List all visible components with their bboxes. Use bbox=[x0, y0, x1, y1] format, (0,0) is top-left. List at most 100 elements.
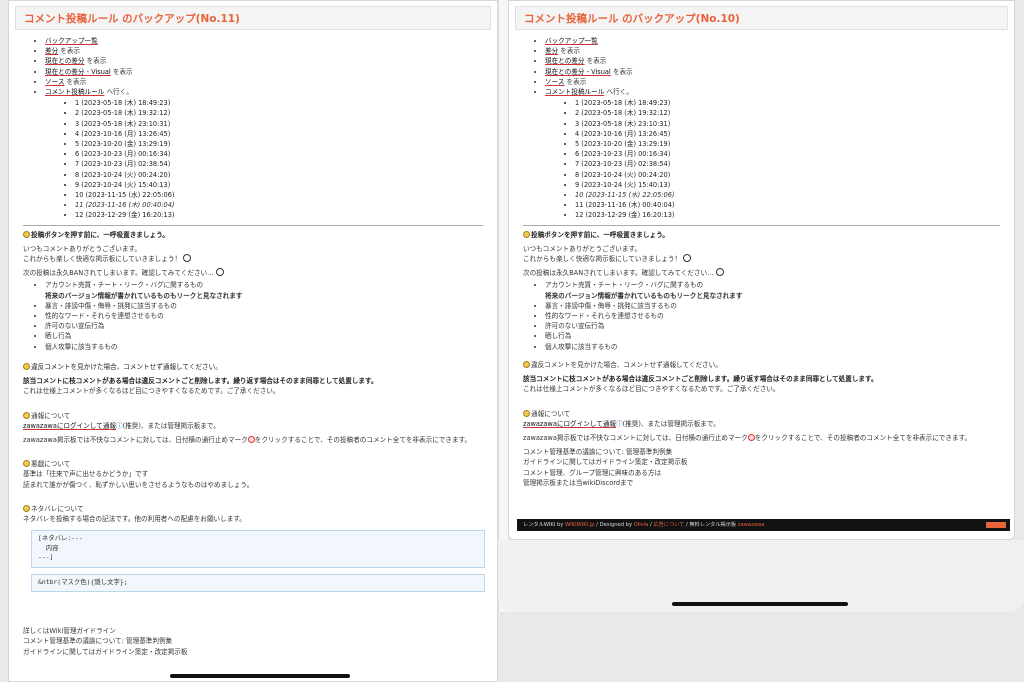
nav-link[interactable]: 差分 bbox=[45, 47, 58, 55]
footer-wikiwiki-link[interactable]: WIKIWIKI.jp bbox=[565, 522, 595, 528]
backup-version-item[interactable]: 9 (2023-10-24 (火) 15:40:13) bbox=[75, 180, 483, 190]
nav-link[interactable]: ソース bbox=[545, 78, 564, 86]
backup-version-item[interactable]: 1 (2023-05-18 (木) 18:49:23) bbox=[75, 98, 483, 108]
backup-version-item[interactable]: 4 (2023-10-16 (月) 13:26:45) bbox=[75, 129, 483, 139]
backup-version-item[interactable]: 10 (2023-11-15 (水) 22:05:06) bbox=[75, 190, 483, 200]
right-tail-links: コメント管理基準の議論について: 管理基準判例集 ガイドラインに関してはガイドラ… bbox=[523, 448, 688, 487]
nav-link[interactable]: 現在との差分 - Visual bbox=[45, 68, 111, 76]
left-section-head-5: ネタバレについて bbox=[23, 504, 483, 514]
no-entry-icon bbox=[247, 435, 255, 443]
nav-link[interactable]: バックアップ一覧 bbox=[45, 37, 98, 45]
backup-version-item[interactable]: 1 (2023-05-18 (木) 18:49:23) bbox=[575, 98, 1000, 108]
left-nav-links: バックアップ一覧差分 を表示現在との差分 を表示現在との差分 - Visual … bbox=[23, 36, 483, 97]
footer-zawazawa-link[interactable]: zawazawa bbox=[738, 522, 765, 528]
bulb-icon bbox=[23, 230, 30, 238]
smile-icon bbox=[183, 254, 192, 263]
left-backup-list: 1 (2023-05-18 (木) 18:49:23)2 (2023-05-18… bbox=[23, 98, 483, 220]
left-ban-text: 次の投稿は永久BANされてしまいます。確認してみてください… bbox=[23, 268, 483, 278]
nav-link[interactable]: コメント投稿ルール bbox=[45, 88, 104, 96]
rule-item: 晒し行為 bbox=[45, 331, 483, 341]
nav-link-item: バックアップ一覧 bbox=[45, 36, 483, 46]
nav-link-item: コメント投稿ルール へ行く。 bbox=[545, 87, 1000, 97]
backup-version-item[interactable]: 4 (2023-10-16 (月) 13:26:45) bbox=[575, 129, 1000, 139]
nav-link-item: 差分 を表示 bbox=[545, 46, 1000, 56]
backup-version-item: 11 (2023-11-16 (木) 00:40:04) bbox=[75, 200, 483, 210]
right-rules-list: アカウント売買・チート・リーク・バグに関するもの将来のバージョン情報が書かれてい… bbox=[523, 280, 1000, 351]
rule-item: 許可のない宣伝行為 bbox=[45, 321, 483, 331]
backup-version-item[interactable]: 5 (2023-10-20 (金) 13:29:19) bbox=[575, 139, 1000, 149]
backup-version-item[interactable]: 6 (2023-10-23 (月) 00:16:34) bbox=[75, 149, 483, 159]
rule-item: 暴言・誹謗中傷・侮辱・挑発に該当するもの bbox=[45, 301, 483, 311]
backup-version-item[interactable]: 5 (2023-10-20 (金) 13:29:19) bbox=[75, 139, 483, 149]
nav-link-item: ソース を表示 bbox=[45, 77, 483, 87]
backup-version-item[interactable]: 3 (2023-05-18 (木) 23:10:31) bbox=[75, 119, 483, 129]
nav-link[interactable]: 現在との差分 bbox=[45, 57, 85, 65]
right-ban-text: 次の投稿は永久BANされてしまいます。確認してみてください… bbox=[523, 268, 1000, 278]
site-footer: レンタルWIKI by WIKIWIKI.jp / Designed by Ol… bbox=[517, 519, 1010, 531]
bulb-icon bbox=[523, 230, 530, 238]
left-rules-list: アカウント売買・チート・リーク・バグに関するもの将来のバージョン情報が書かれてい… bbox=[23, 280, 483, 351]
right-stop-mark-text: zawazawa掲示板では不快なコメントに対しては、日付横の通行止めマーク をクリ… bbox=[523, 433, 972, 442]
left-title-bar: コメント投稿ルール のバックアップ(No.11) bbox=[15, 6, 491, 30]
rule-item: 個人攻撃に該当するもの bbox=[545, 342, 1000, 352]
left-prank-text: 基準は「往来で声に出せるかどうか」です 読まれて誰かが傷つく、恥ずかしい思いをさせ… bbox=[23, 470, 254, 489]
nav-link[interactable]: ソース bbox=[45, 78, 64, 86]
home-indicator-right[interactable] bbox=[672, 602, 848, 606]
backup-version-item[interactable]: 12 (2023-12-29 (金) 16:20:13) bbox=[75, 210, 483, 220]
right-backup-pane: コメント投稿ルール のバックアップ(No.10) バックアップ一覧差分 を表示現… bbox=[508, 0, 1015, 540]
left-guideline-board-link: ガイドラインに関してはガイドライン策定・改定掲示板 bbox=[23, 647, 188, 656]
rule-item: 個人攻撃に該当するもの bbox=[45, 342, 483, 352]
right-divider bbox=[523, 224, 1000, 226]
nav-link[interactable]: 現在との差分 - Visual bbox=[545, 68, 611, 76]
right-backup-list: 1 (2023-05-18 (木) 18:49:23)2 (2023-05-18… bbox=[523, 98, 1000, 220]
nav-link-item: コメント投稿ルール へ行く。 bbox=[45, 87, 483, 97]
background-area bbox=[498, 612, 1024, 682]
rule-item: 将来のバージョン情報が書かれているものもリークと見なされます bbox=[45, 291, 243, 300]
backup-version-item[interactable]: 8 (2023-10-24 (火) 00:24:20) bbox=[575, 170, 1000, 180]
left-divider bbox=[23, 224, 483, 226]
rule-item: 性的なワード・それらを連想させるもの bbox=[545, 311, 1000, 321]
nav-link[interactable]: コメント投稿ルール bbox=[545, 88, 604, 96]
mask-code-block: &ntbr(マスク色){隠し文字}; bbox=[31, 574, 485, 593]
backup-version-item[interactable]: 11 (2023-11-16 (木) 00:40:04) bbox=[575, 200, 1000, 210]
bulb-icon bbox=[523, 360, 530, 368]
bulb-icon bbox=[23, 362, 30, 370]
nav-link[interactable]: バックアップ一覧 bbox=[545, 37, 598, 45]
bulb-icon bbox=[23, 460, 30, 468]
left-section-head-1: 投稿ボタンを押す前に、一呼吸置きましょう。 bbox=[23, 230, 483, 240]
left-thanks-text: いつもコメントありがとうございます。 これからも楽しく快適な掲示板にしていきましょ… bbox=[23, 244, 483, 264]
backup-version-item[interactable]: 2 (2023-05-18 (木) 19:32:12) bbox=[75, 108, 483, 118]
nav-link-item: 現在との差分 - Visual を表示 bbox=[545, 67, 1000, 77]
backup-version-item[interactable]: 12 (2023-12-29 (金) 16:20:13) bbox=[575, 210, 1000, 220]
footer-olivia-link[interactable]: Olivia bbox=[634, 522, 649, 528]
nav-link-item: 差分 を表示 bbox=[45, 46, 483, 56]
left-guideline-link: 詳しくはWiki管理ガイドライン bbox=[23, 627, 116, 636]
smile-icon bbox=[715, 268, 724, 277]
rule-item: アカウント売買・チート・リーク・バグに関するもの bbox=[545, 280, 1000, 290]
backup-version-item[interactable]: 6 (2023-10-23 (月) 00:16:34) bbox=[575, 149, 1000, 159]
backup-version-item[interactable]: 7 (2023-10-23 (月) 02:38:54) bbox=[75, 159, 483, 169]
nav-link-item: 現在との差分 を表示 bbox=[45, 56, 483, 66]
backup-version-item[interactable]: 9 (2023-10-24 (火) 15:40:13) bbox=[575, 180, 1000, 190]
rule-item: アカウント売買・チート・リーク・バグに関するもの bbox=[45, 280, 483, 290]
left-backup-pane: コメント投稿ルール のバックアップ(No.11) バックアップ一覧差分 を表示現… bbox=[8, 0, 498, 682]
left-section-head-2: 違反コメントを見かけた場合、コメントせず通報してください。 bbox=[23, 362, 483, 372]
nav-link-item: 現在との差分 - Visual を表示 bbox=[45, 67, 483, 77]
nav-link-item: バックアップ一覧 bbox=[545, 36, 1000, 46]
smile-icon bbox=[215, 268, 224, 277]
left-precedent-link: コメント管理基準の議論について: 管理基準判例集 bbox=[23, 637, 173, 646]
backup-version-item[interactable]: 8 (2023-10-24 (火) 00:24:20) bbox=[75, 170, 483, 180]
bulb-icon bbox=[23, 504, 30, 512]
nav-link[interactable]: 現在との差分 bbox=[545, 57, 585, 65]
left-content: バックアップ一覧差分 を表示現在との差分 を表示現在との差分 - Visual … bbox=[9, 30, 497, 657]
right-delete-notice: 該当コメントに枝コメントがある場合は違反コメントごと削除します。繰り返す場合はそ… bbox=[523, 375, 878, 394]
backup-version-item[interactable]: 2 (2023-05-18 (木) 19:32:12) bbox=[575, 108, 1000, 118]
nav-link[interactable]: 差分 bbox=[545, 47, 558, 55]
backup-version-item[interactable]: 3 (2023-05-18 (木) 23:10:31) bbox=[575, 119, 1000, 129]
footer-ads-link[interactable]: 広告について bbox=[653, 522, 684, 528]
left-delete-notice: 該当コメントに枝コメントがある場合は違反コメントごと削除します。繰り返す場合はそ… bbox=[23, 377, 378, 396]
backup-version-item[interactable]: 7 (2023-10-23 (月) 02:38:54) bbox=[575, 159, 1000, 169]
home-indicator-left[interactable] bbox=[170, 674, 350, 678]
footer-badge-icon bbox=[986, 522, 1006, 528]
right-title-bar: コメント投稿ルール のバックアップ(No.10) bbox=[515, 6, 1008, 30]
